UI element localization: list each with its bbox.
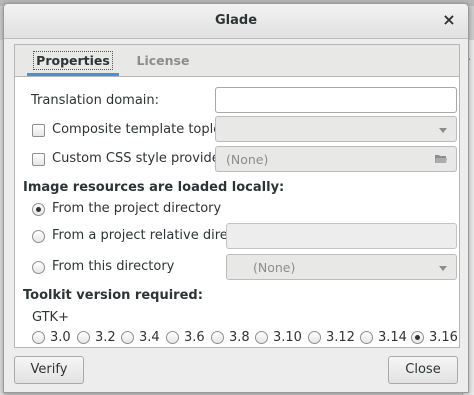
toolkit-library-label: GTK+ (32, 310, 69, 325)
custom-css-file-chooser[interactable]: (None) (215, 146, 457, 172)
radio-this-directory[interactable] (32, 261, 45, 274)
chevron-down-icon (439, 128, 447, 133)
tab-license-label: License (136, 53, 190, 68)
radio-gtk-3-4[interactable] (121, 331, 134, 344)
radio-gtk-3-14[interactable] (360, 331, 373, 344)
this-directory-combo[interactable]: (None) (226, 254, 457, 280)
gtk-version-label: 3.14 (378, 330, 407, 345)
custom-css-value: (None) (226, 152, 269, 167)
toolkit-heading: Toolkit version required: (23, 288, 203, 303)
close-button[interactable]: Close (388, 356, 458, 384)
radio-gtk-3-6[interactable] (166, 331, 179, 344)
composite-template-combo[interactable] (215, 116, 457, 142)
close-window-button[interactable]: × (438, 9, 460, 31)
glade-dialog: Glade × Properties License Translation d… (3, 3, 469, 393)
radio-gtk-3-12[interactable] (308, 331, 321, 344)
gtk-version-label: 3.16 (429, 330, 458, 345)
gtk-version-label: 3.10 (273, 330, 302, 345)
tab-properties-label: Properties (33, 51, 113, 70)
document-open-icon (435, 155, 447, 163)
tab-license[interactable]: License (127, 45, 199, 76)
radio-project-directory[interactable] (32, 203, 45, 216)
radio-gtk-3-16[interactable] (411, 331, 424, 344)
gtk-version-label: 3.4 (139, 330, 160, 345)
custom-css-label: Custom CSS style provider: (52, 151, 230, 166)
tab-properties[interactable]: Properties (27, 45, 119, 76)
gtk-version-label: 3.6 (184, 330, 205, 345)
notebook: Properties License Translation domain: C… (14, 44, 460, 348)
tab-bar: Properties License (15, 45, 459, 77)
relative-directory-input[interactable] (226, 223, 457, 249)
this-directory-value: (None) (253, 260, 296, 275)
radio-relative-directory[interactable] (32, 230, 45, 243)
project-directory-label: From the project directory (52, 201, 222, 216)
title-bar: Glade × (4, 4, 468, 39)
gtk-version-label: 3.8 (229, 330, 250, 345)
gtk-version-label: 3.2 (95, 330, 116, 345)
image-resources-heading: Image resources are loaded locally: (23, 180, 285, 195)
this-directory-label: From this directory (52, 259, 175, 274)
composite-template-checkbox[interactable] (32, 124, 45, 137)
gtk-version-label: 3.0 (50, 330, 71, 345)
radio-gtk-3-0[interactable] (32, 331, 45, 344)
radio-gtk-3-8[interactable] (211, 331, 224, 344)
radio-gtk-3-10[interactable] (255, 331, 268, 344)
verify-button[interactable]: Verify (14, 356, 84, 384)
window-title: Glade (214, 13, 258, 28)
chevron-down-icon (439, 266, 447, 271)
translation-domain-input[interactable] (215, 87, 457, 113)
translation-domain-label: Translation domain: (31, 93, 160, 108)
gtk-version-label: 3.12 (326, 330, 355, 345)
radio-gtk-3-2[interactable] (77, 331, 90, 344)
custom-css-checkbox[interactable] (32, 153, 45, 166)
